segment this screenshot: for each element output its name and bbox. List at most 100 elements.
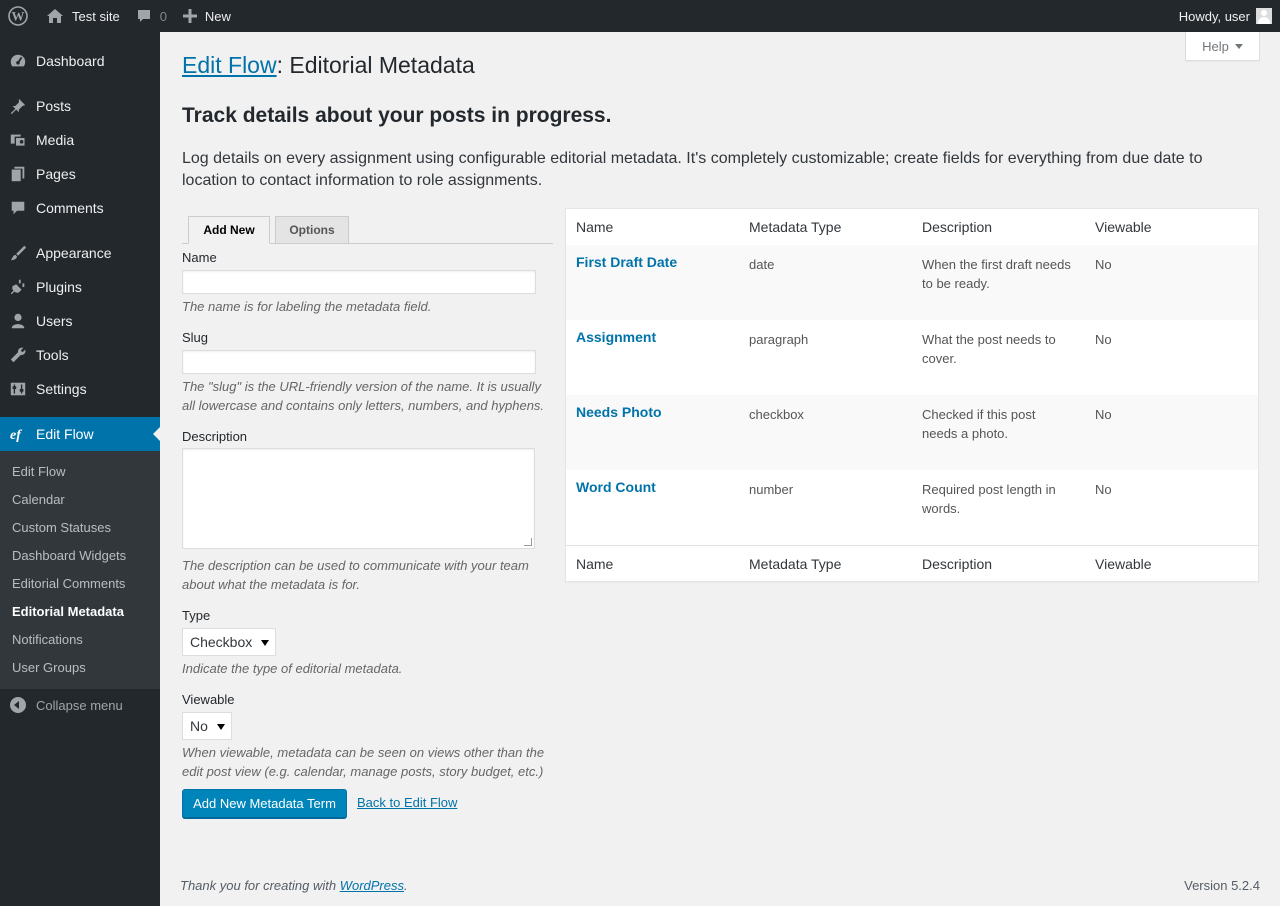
term-name-link[interactable]: Assignment: [576, 329, 656, 345]
page-title: Edit Flow: Editorial Metadata: [182, 52, 475, 78]
description-label: Description: [182, 429, 248, 444]
column-header-type[interactable]: Metadata Type: [749, 219, 841, 235]
sidebar-item-dashboard[interactable]: Dashboard: [0, 44, 160, 78]
my-account[interactable]: Howdy, user: [1179, 0, 1280, 32]
metadata-table: Name Metadata Type Description Viewable …: [565, 208, 1259, 582]
term-type: paragraph: [749, 332, 809, 347]
term-name-link[interactable]: Needs Photo: [576, 404, 662, 420]
column-footer-name[interactable]: Name: [576, 556, 613, 572]
submenu-item-edit-flow[interactable]: Edit Flow: [12, 464, 65, 479]
dashboard-icon: [0, 52, 36, 70]
wrench-icon: [0, 346, 36, 364]
brush-icon: [0, 244, 36, 262]
slug-help: The "slug" is the URL-friendly version o…: [182, 379, 545, 413]
dropdown-arrow-icon: [261, 640, 269, 646]
edit-flow-title-link[interactable]: Edit Flow: [182, 52, 277, 78]
sidebar-item-plugins[interactable]: Plugins: [0, 270, 160, 304]
admin-bar: W Test site 0 New Howdy, user: [0, 0, 1280, 32]
plugin-icon: [0, 278, 36, 296]
column-header-viewable[interactable]: Viewable: [1095, 219, 1152, 235]
sidebar-item-users[interactable]: Users: [0, 304, 160, 338]
table-row: First Draft Date date When the first dra…: [566, 245, 1258, 320]
viewable-select[interactable]: No: [182, 712, 232, 740]
table-header: Name Metadata Type Description Viewable: [566, 209, 1258, 246]
term-description: What the post needs to cover.: [922, 332, 1056, 366]
add-new-metadata-term-button[interactable]: Add New Metadata Term: [182, 789, 347, 818]
term-description: Required post length in words.: [922, 482, 1056, 516]
term-viewable: No: [1095, 407, 1112, 422]
term-viewable: No: [1095, 332, 1112, 347]
submenu-item-user-groups[interactable]: User Groups: [12, 660, 86, 675]
dropdown-arrow-icon: [217, 724, 225, 730]
term-name-link[interactable]: First Draft Date: [576, 254, 677, 270]
site-name-link[interactable]: Test site: [38, 0, 128, 32]
column-footer-viewable[interactable]: Viewable: [1095, 556, 1152, 572]
submenu-item-dashboard-widgets[interactable]: Dashboard Widgets: [12, 548, 126, 563]
sidebar-item-posts[interactable]: Posts: [0, 89, 160, 123]
type-label: Type: [182, 608, 211, 623]
help-tab-button[interactable]: Help: [1185, 32, 1260, 61]
sidebar-item-comments[interactable]: Comments: [0, 191, 160, 225]
comment-icon: [137, 10, 150, 22]
plus-icon: [182, 9, 197, 23]
sidebar-item-edit-flow[interactable]: ef Edit Flow: [0, 417, 160, 451]
tab-options[interactable]: Options: [275, 216, 349, 244]
comments-link[interactable]: 0: [128, 0, 175, 32]
column-header-name[interactable]: Name: [576, 219, 613, 235]
sidebar-item-tools[interactable]: Tools: [0, 338, 160, 372]
type-select[interactable]: Checkbox: [182, 628, 276, 656]
name-label: Name: [182, 250, 217, 265]
term-viewable: No: [1095, 482, 1112, 497]
wordpress-link[interactable]: WordPress: [340, 878, 404, 893]
viewable-label: Viewable: [182, 692, 235, 707]
column-footer-type[interactable]: Metadata Type: [749, 556, 841, 572]
slug-label: Slug: [182, 330, 209, 345]
tab-add-new[interactable]: Add New: [188, 216, 270, 244]
term-description: Checked if this post needs a photo.: [922, 407, 1036, 441]
term-name-link[interactable]: Word Count: [576, 479, 656, 495]
comments-count: 0: [159, 8, 167, 24]
submenu-item-editorial-comments[interactable]: Editorial Comments: [12, 576, 125, 591]
slug-input[interactable]: [182, 350, 536, 374]
submenu-item-notifications[interactable]: Notifications: [12, 632, 83, 647]
submenu-item-editorial-metadata[interactable]: Editorial Metadata: [12, 604, 124, 619]
wordpress-logo-icon[interactable]: W: [0, 0, 38, 32]
description-help: The description can be used to communica…: [182, 558, 529, 592]
type-help: Indicate the type of editorial metadata.: [182, 661, 403, 676]
pin-icon: [0, 97, 36, 115]
name-input[interactable]: [182, 270, 536, 294]
submenu-item-calendar[interactable]: Calendar: [12, 492, 65, 507]
media-icon: [0, 131, 36, 149]
back-to-edit-flow-link[interactable]: Back to Edit Flow: [357, 795, 457, 810]
table-row: Needs Photo checkbox Checked if this pos…: [566, 395, 1258, 470]
description-textarea[interactable]: [182, 448, 535, 549]
svg-text:W: W: [12, 9, 25, 24]
footer-version: Version 5.2.4: [1184, 878, 1260, 893]
settings-icon: [0, 380, 36, 398]
table-footer: Name Metadata Type Description Viewable: [566, 545, 1258, 582]
column-footer-description[interactable]: Description: [922, 556, 992, 572]
term-type: date: [749, 257, 775, 272]
site-name: Test site: [72, 8, 120, 24]
sidebar-item-settings[interactable]: Settings: [0, 372, 160, 406]
sidebar-item-media[interactable]: Media: [0, 123, 160, 157]
sidebar-item-pages[interactable]: Pages: [0, 157, 160, 191]
sidebar-item-appearance[interactable]: Appearance: [0, 236, 160, 270]
submenu-item-custom-statuses[interactable]: Custom Statuses: [12, 520, 111, 535]
collapse-menu-button[interactable]: Collapse menu: [0, 694, 123, 716]
viewable-help: When viewable, metadata can be seen on v…: [182, 745, 545, 779]
new-content-link[interactable]: New: [175, 0, 239, 32]
new-label: New: [204, 8, 231, 24]
avatar: [1256, 8, 1272, 24]
form-tabs: Add New Options: [182, 216, 553, 244]
howdy-text: Howdy, user: [1178, 8, 1250, 24]
triangle-down-icon: [1234, 44, 1243, 49]
collapse-arrow-icon: [10, 697, 26, 713]
svg-text:ef: ef: [10, 428, 22, 443]
intro-text: Log details on every assignment using co…: [182, 150, 1203, 189]
admin-sidebar: Dashboard Posts Media Pages Comments App…: [0, 32, 160, 906]
column-header-description[interactable]: Description: [922, 219, 992, 235]
edit-flow-icon: ef: [0, 425, 36, 443]
table-row: Assignment paragraph What the post needs…: [566, 320, 1258, 395]
name-help: The name is for labeling the metadata fi…: [182, 299, 432, 314]
